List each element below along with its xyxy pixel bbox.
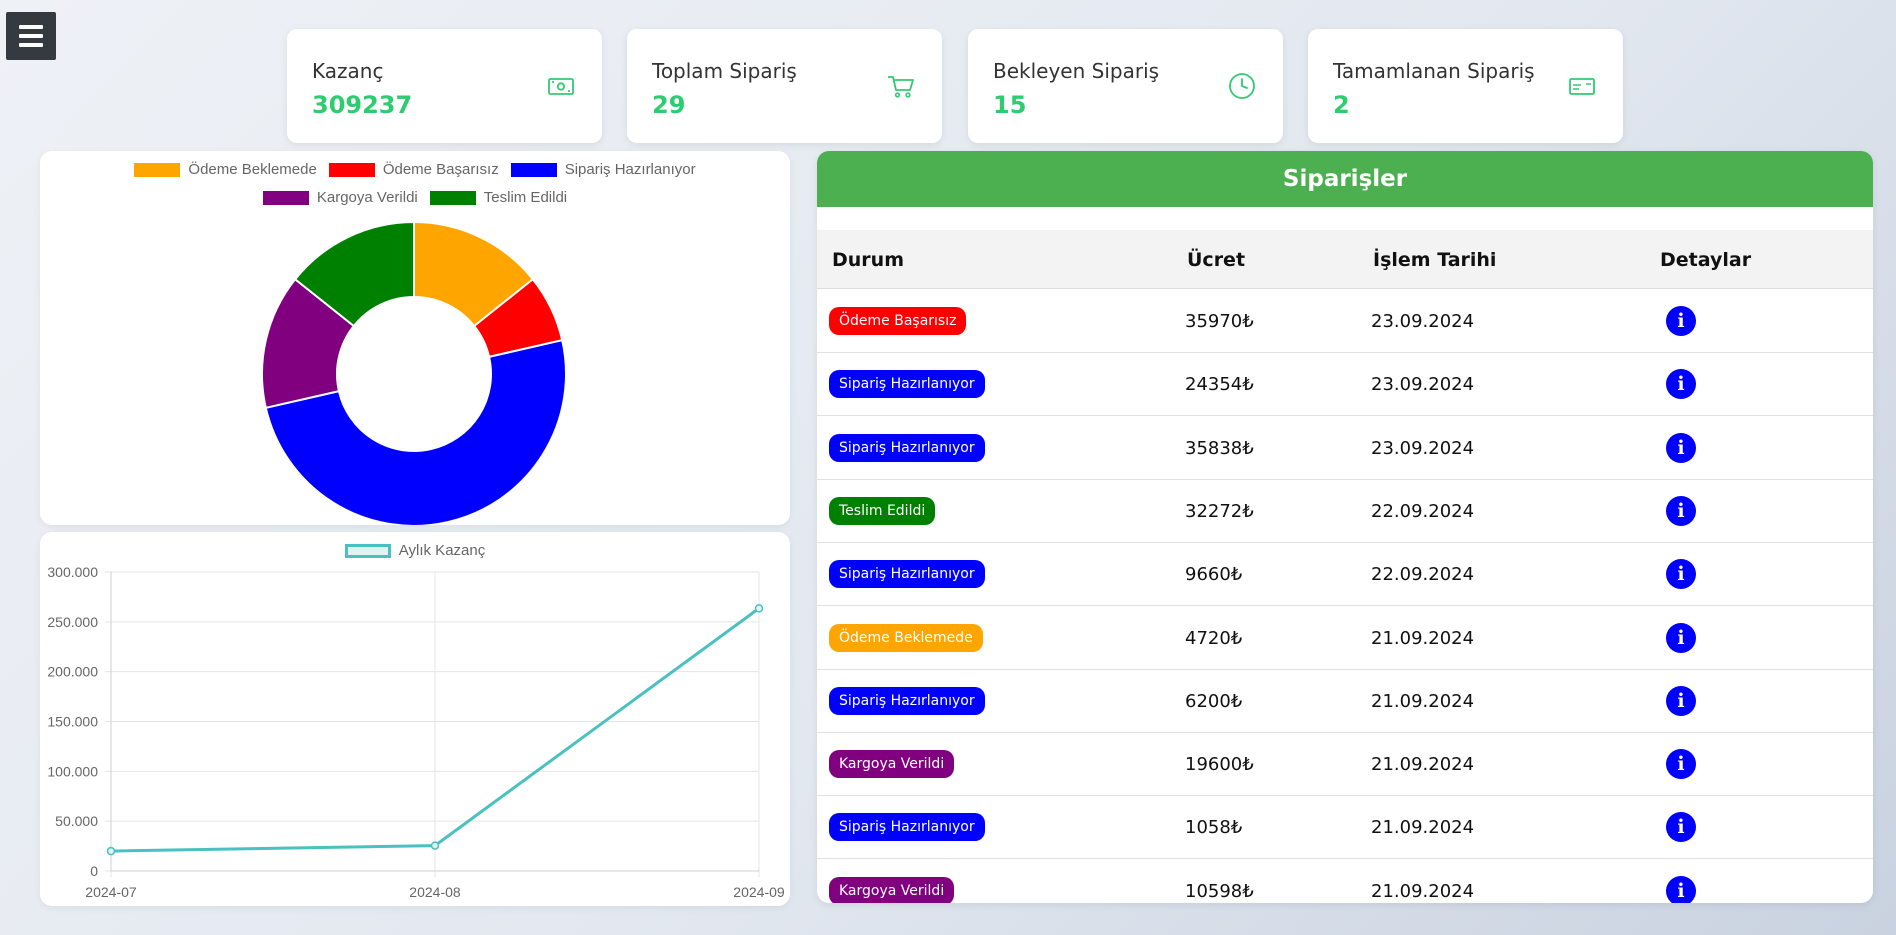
x-tick-label: 2024-07 xyxy=(85,884,137,900)
column-header: Detaylar xyxy=(1660,249,1752,271)
status-doughnut-chart xyxy=(261,220,567,525)
order-price: 19600₺ xyxy=(1185,754,1254,776)
y-tick-label: 100.000 xyxy=(47,763,98,779)
status-badge: Sipariş Hazırlanıyor xyxy=(829,560,985,589)
info-icon[interactable]: i xyxy=(1666,306,1696,336)
info-icon[interactable]: i xyxy=(1666,369,1696,400)
order-date: 21.09.2024 xyxy=(1371,690,1475,712)
stat-label: Bekleyen Sipariş xyxy=(993,59,1160,83)
y-tick-label: 300.000 xyxy=(47,564,98,580)
stat-card-completed-orders: Tamamlanan Sipariş 2 xyxy=(1308,29,1623,143)
order-price: 6200₺ xyxy=(1185,690,1243,712)
y-tick-label: 150.000 xyxy=(47,714,98,730)
status-badge: Ödeme Başarısız xyxy=(829,307,967,335)
stat-value: 309237 xyxy=(312,91,413,119)
order-price: 24354₺ xyxy=(1185,374,1254,396)
status-badge: Sipariş Hazırlanıyor xyxy=(829,433,985,462)
orders-panel: Siparişler Durum Ücret İşlem Tarihi Deta… xyxy=(817,151,1873,903)
table-row: Ödeme Beklemede 4720₺ 21.09.2024 i xyxy=(817,606,1873,670)
column-header: Ücret xyxy=(1187,249,1246,271)
info-icon[interactable]: i xyxy=(1666,495,1696,526)
monthly-earnings-line-chart: 0 50.000 100.000 150.000 200.000 250.000 300.0… xyxy=(47,564,785,900)
table-row: Ödeme Başarısız 35970₺ 23.09.2024 i xyxy=(817,289,1873,353)
stat-value: 29 xyxy=(652,91,686,119)
order-price: 32272₺ xyxy=(1185,500,1254,522)
order-date: 23.09.2024 xyxy=(1371,311,1475,332)
y-tick-label: 50.000 xyxy=(55,813,98,829)
card-icon xyxy=(1569,78,1595,95)
table-row: Kargoya Verildi 19600₺ 21.09.2024 i xyxy=(817,732,1873,797)
order-price: 9660₺ xyxy=(1185,564,1243,586)
status-badge: Sipariş Hazırlanıyor xyxy=(829,370,985,399)
table-row: Sipariş Hazırlanıyor 6200₺ 21.09.2024 i xyxy=(817,669,1873,733)
status-chart-panel: Ödeme Beklemede Ödeme Başarısız Sipariş … xyxy=(40,151,790,525)
order-date: 23.09.2024 xyxy=(1371,374,1475,396)
data-point[interactable] xyxy=(106,846,116,856)
info-icon[interactable]: i xyxy=(1666,875,1696,903)
table-row: Kargoya Verildi 10598₺ 21.09.2024 i xyxy=(817,859,1873,903)
x-tick-label: 2024-09 xyxy=(733,884,785,900)
status-badge: Sipariş Hazırlanıyor xyxy=(829,686,985,715)
money-icon xyxy=(548,78,574,95)
status-badge: Kargoya Verildi xyxy=(829,876,955,903)
table-row: Sipariş Hazırlanıyor 24354₺ 23.09.2024 i xyxy=(817,352,1873,417)
menu-icon xyxy=(19,25,43,29)
stat-label: Tamamlanan Sipariş xyxy=(1333,59,1535,83)
order-price: 35838₺ xyxy=(1185,437,1254,459)
info-icon[interactable]: i xyxy=(1666,559,1696,590)
x-tick-label: 2024-08 xyxy=(409,884,461,900)
info-icon[interactable]: i xyxy=(1666,622,1696,653)
earnings-chart-panel: Aylık Kazanç 0 50.000 100.000 150.000 200.00… xyxy=(40,532,790,906)
orders-table-header: Durum Ücret İşlem Tarihi Detaylar xyxy=(817,230,1873,289)
info-icon[interactable]: i xyxy=(1666,749,1696,780)
order-price: 10598₺ xyxy=(1185,880,1254,902)
status-badge: Teslim Edildi xyxy=(829,496,936,525)
stat-value: 2 xyxy=(1333,91,1350,119)
status-badge: Ödeme Beklemede xyxy=(829,623,983,652)
data-point[interactable] xyxy=(430,841,440,850)
table-row: Sipariş Hazırlanıyor 1058₺ 21.09.2024 i xyxy=(817,795,1873,860)
table-row: Teslim Edildi 32272₺ 22.09.2024 i xyxy=(817,479,1873,543)
stat-card-earnings: Kazanç 309237 xyxy=(287,29,602,143)
table-row: Sipariş Hazırlanıyor 9660₺ 22.09.2024 i xyxy=(817,542,1873,607)
order-date: 21.09.2024 xyxy=(1371,627,1475,649)
stat-label: Kazanç xyxy=(312,59,384,83)
order-date: 22.09.2024 xyxy=(1371,500,1475,522)
stat-value: 15 xyxy=(993,91,1027,119)
orders-title: Siparişler xyxy=(817,151,1873,207)
y-tick-label: 200.000 xyxy=(47,664,98,680)
y-tick-label: 0 xyxy=(90,863,98,879)
order-date: 23.09.2024 xyxy=(1371,437,1475,459)
info-icon[interactable]: i xyxy=(1666,685,1696,716)
stat-label: Toplam Sipariş xyxy=(652,59,797,83)
data-point[interactable] xyxy=(754,604,764,613)
order-date: 21.09.2024 xyxy=(1371,880,1475,902)
cart-icon xyxy=(888,76,914,98)
order-price: 4720₺ xyxy=(1185,627,1243,649)
order-price: 35970₺ xyxy=(1185,311,1254,332)
info-icon[interactable]: i xyxy=(1666,432,1696,463)
info-icon[interactable]: i xyxy=(1666,812,1696,843)
y-tick-label: 250.000 xyxy=(47,614,98,630)
order-date: 21.09.2024 xyxy=(1371,817,1475,839)
menu-button[interactable] xyxy=(6,12,56,60)
column-header: İşlem Tarihi xyxy=(1373,249,1497,271)
clock-icon xyxy=(1229,73,1255,99)
stat-card-total-orders: Toplam Sipariş 29 xyxy=(627,29,942,143)
status-badge: Sipariş Hazırlanıyor xyxy=(829,813,985,842)
order-date: 22.09.2024 xyxy=(1371,564,1475,586)
status-badge: Kargoya Verildi xyxy=(829,750,955,779)
order-date: 21.09.2024 xyxy=(1371,754,1475,776)
stat-card-pending-orders: Bekleyen Sipariş 15 xyxy=(968,29,1283,143)
column-header: Durum xyxy=(832,249,904,271)
order-price: 1058₺ xyxy=(1185,817,1243,839)
table-row: Sipariş Hazırlanıyor 35838₺ 23.09.2024 i xyxy=(817,416,1873,480)
